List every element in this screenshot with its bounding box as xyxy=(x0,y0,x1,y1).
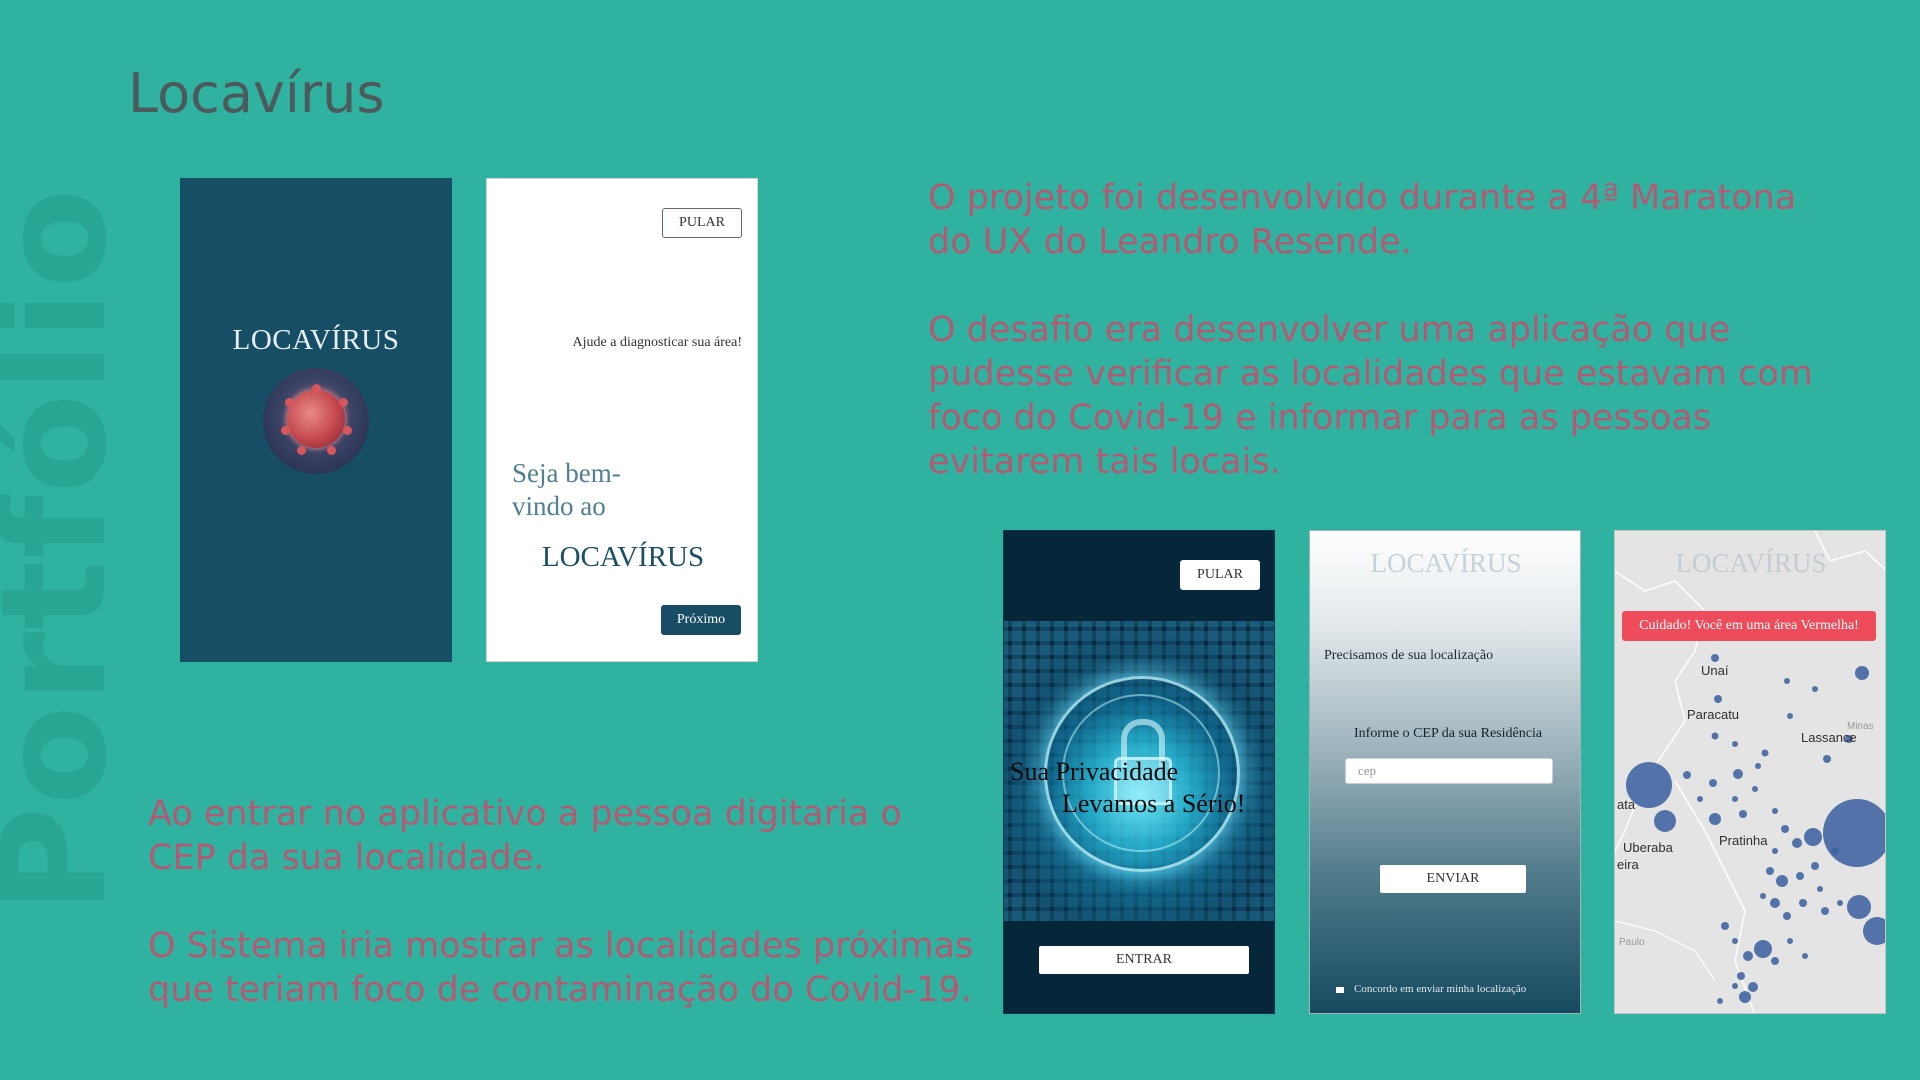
location-request-text: Precisamos de sua localização xyxy=(1324,648,1494,663)
enter-button[interactable]: ENTRAR xyxy=(1039,946,1249,974)
cep-label: Informe o CEP da sua Residência xyxy=(1354,726,1543,741)
map-place-label: Lassance xyxy=(1801,730,1857,745)
map-screen: Unaí Paracatu Lassance ata Uberaba Prati… xyxy=(1614,530,1886,1014)
intro-line: pudesse verificar as localidades que est… xyxy=(928,354,1813,394)
map-brand: LOCAVÍRUS xyxy=(1675,548,1827,578)
intro-text: O projeto foi desenvolvido durante a 4ª … xyxy=(928,176,1813,484)
description-line: CEP da sua localidade. xyxy=(148,838,545,878)
location-screen: LOCAVÍRUS Precisamos de sua localização … xyxy=(1309,530,1581,1014)
map-place-label: Paulo xyxy=(1619,937,1645,948)
description-line: que teriam foco de contaminação do Covid… xyxy=(148,970,972,1010)
map-place-label: Paracatu xyxy=(1687,707,1739,722)
intro-line: do UX do Leandro Resende. xyxy=(928,222,1412,262)
privacy-line-2: Levamos a Sério! xyxy=(1062,789,1246,818)
page-title: Locavírus xyxy=(128,62,385,125)
intro-line: O projeto foi desenvolvido durante a 4ª … xyxy=(928,178,1797,218)
welcome-screen: PULAR Ajude a diagnosticar sua área! Sej… xyxy=(486,178,758,662)
cep-input[interactable]: cep xyxy=(1345,758,1553,784)
intro-line: O desafio era desenvolver uma aplicação … xyxy=(928,310,1731,350)
map-place-label: ata xyxy=(1617,797,1636,812)
skip-button[interactable]: PULAR xyxy=(1180,560,1260,590)
map-place-label: Pratinha xyxy=(1719,833,1768,848)
intro-line: evitarem tais locais. xyxy=(928,442,1281,482)
welcome-greeting: Seja bem-vindo ao xyxy=(512,458,621,521)
map-place-label: Unaí xyxy=(1701,663,1729,678)
helper-text: Ajude a diagnosticar sua área! xyxy=(572,335,742,350)
splash-brand: LOCAVÍRUS xyxy=(232,324,400,356)
skip-button[interactable]: PULAR xyxy=(662,208,742,238)
map-place-label: Minas xyxy=(1847,721,1874,732)
portfolio-watermark: Portfólio xyxy=(0,186,139,914)
next-button[interactable]: Próximo xyxy=(661,605,741,635)
map-place-label: eira xyxy=(1617,857,1639,872)
map-place-label: Uberaba xyxy=(1623,840,1674,855)
send-button[interactable]: ENVIAR xyxy=(1380,865,1526,893)
privacy-line-1: Sua Privacidade xyxy=(1010,757,1179,786)
description-text: Ao entrar no aplicativo a pessoa digitar… xyxy=(148,792,973,1012)
splash-screen: LOCAVÍRUS xyxy=(180,178,452,662)
location-brand: LOCAVÍRUS xyxy=(1370,548,1522,578)
description-line: Ao entrar no aplicativo a pessoa digitar… xyxy=(148,794,902,834)
intro-line: foco do Covid-19 e informar para as pess… xyxy=(928,398,1711,438)
consent-checkbox[interactable] xyxy=(1336,987,1344,993)
danger-alert: Cuidado! Você em uma área Vermelha! xyxy=(1622,611,1876,641)
welcome-brand: LOCAVÍRUS xyxy=(541,541,705,573)
privacy-screen: PULAR Sua Privacidade Levamos a Sério! E… xyxy=(1003,530,1275,1014)
description-line: O Sistema iria mostrar as localidades pr… xyxy=(148,926,974,966)
consent-label: Concordo em enviar minha localização xyxy=(1354,983,1527,995)
virus-image xyxy=(263,368,369,474)
map-graphic: Unaí Paracatu Lassance ata Uberaba Prati… xyxy=(1615,531,1885,1013)
